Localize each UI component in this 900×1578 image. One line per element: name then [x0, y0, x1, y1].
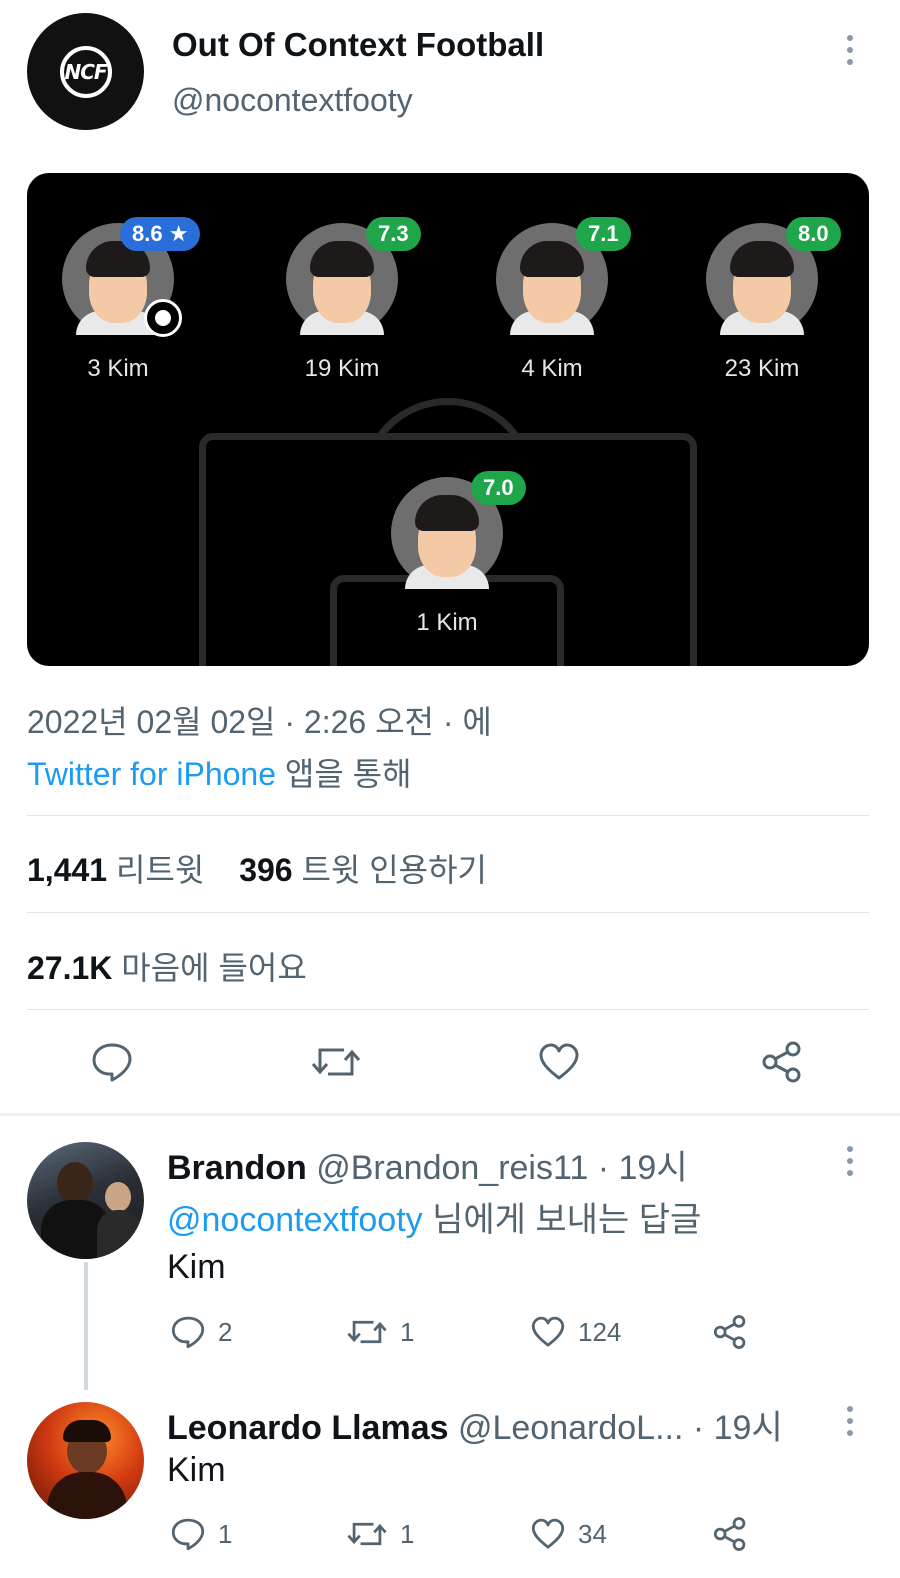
reply-author-handle[interactable]: @Brandon_reis11: [316, 1149, 588, 1187]
tweet-header: NCF Out Of Context Football @nocontextfo…: [0, 0, 900, 160]
tweet-source: Twitter for iPhone 앱을 통해: [27, 749, 412, 795]
quote-stat[interactable]: 396 트윗 인용하기: [239, 852, 487, 888]
share-icon: [713, 1315, 746, 1349]
like-count: 124: [578, 1316, 622, 1347]
more-options-icon[interactable]: [845, 1146, 855, 1176]
likes-stat[interactable]: 27.1K 마음에 들어요: [27, 943, 307, 989]
rating-badge: 7.0: [471, 471, 526, 505]
quotes-label: 트윗 인용하기: [292, 852, 487, 888]
rating-badge: 7.3: [366, 217, 421, 251]
author-handle[interactable]: @nocontextfooty: [172, 82, 413, 119]
rating-badge: 7.1: [576, 217, 631, 251]
reply-author-name[interactable]: Leonardo Llamas: [167, 1409, 449, 1447]
retweets-label: 리트윗: [107, 852, 205, 888]
divider: [27, 912, 869, 913]
comment-icon: [171, 1316, 205, 1349]
comment-count: 1: [218, 1518, 233, 1549]
share-icon: [762, 1041, 801, 1083]
player-photo: 7.3: [286, 217, 421, 335]
divider: [27, 1009, 869, 1010]
reply-author-name[interactable]: Brandon: [167, 1149, 307, 1187]
retweet-icon: [311, 1048, 361, 1076]
reply-like-button[interactable]: 34: [530, 1516, 607, 1552]
reply-like-button[interactable]: 124: [530, 1314, 621, 1350]
reply-header: Brandon @Brandon_reis11 · 19시: [167, 1140, 688, 1189]
reply-time: · 19시: [588, 1149, 688, 1187]
reply-comment-button[interactable]: 1: [170, 1516, 232, 1552]
player-card[interactable]: 7.0 1 Kim: [347, 471, 547, 637]
reply-avatar[interactable]: [27, 1142, 144, 1259]
retweet-count: 1: [400, 1316, 415, 1347]
quotes-count: 396: [239, 852, 293, 888]
reply-to-suffix: 님에게 보내는 답글: [422, 1201, 702, 1239]
lineup-image[interactable]: 8.6 ★ 3 Kim 7.3 19 Kim 7.1 4 Kim 8.0 23 …: [27, 173, 869, 666]
divider: [27, 815, 869, 816]
reply-retweet-button[interactable]: 1: [346, 1516, 414, 1552]
section-separator: [0, 1113, 900, 1116]
reply-author-handle[interactable]: @LeonardoL...: [458, 1409, 683, 1447]
retweet-stats: 1,441 리트윗 396 트윗 인용하기: [27, 845, 487, 891]
reply-avatar[interactable]: [27, 1402, 144, 1519]
reply-comment-button[interactable]: 2: [170, 1314, 232, 1350]
likes-count: 27.1K: [27, 950, 113, 986]
reply-header: Leonardo Llamas @LeonardoL... · 19시: [167, 1400, 783, 1449]
logo-text: NCF: [64, 59, 107, 84]
retweet-stat[interactable]: 1,441 리트윗: [27, 852, 204, 888]
ncf-logo-icon: NCF: [59, 45, 112, 98]
like-button[interactable]: [537, 1040, 581, 1084]
share-button[interactable]: [760, 1040, 804, 1084]
football-icon: [144, 299, 182, 337]
player-card[interactable]: 7.1 4 Kim: [452, 217, 652, 383]
player-photo: 8.6 ★: [62, 217, 201, 337]
reply-time: · 19시: [683, 1409, 783, 1447]
comment-icon: [171, 1518, 205, 1551]
reply-text: Kim: [167, 1451, 226, 1489]
player-card[interactable]: 8.0 23 Kim: [662, 217, 862, 383]
share-icon: [713, 1517, 746, 1551]
reply-retweet-button[interactable]: 1: [346, 1314, 414, 1350]
likes-label: 마음에 들어요: [112, 950, 307, 986]
tweet-timestamp: 2022년 02월 02일 · 2:26 오전 · 에: [27, 704, 492, 740]
comment-count: 2: [218, 1316, 233, 1347]
more-options-icon[interactable]: [845, 1406, 855, 1436]
player-name: 19 Kim: [304, 355, 380, 382]
player-name: 23 Kim: [724, 355, 800, 382]
retweet-count: 1: [400, 1518, 415, 1549]
reply-button[interactable]: [90, 1040, 134, 1084]
reply-share-button[interactable]: [712, 1516, 748, 1552]
comment-icon: [92, 1043, 132, 1082]
player-card[interactable]: 7.3 19 Kim: [242, 217, 442, 383]
author-avatar[interactable]: NCF: [27, 13, 144, 130]
heart-icon: [531, 1518, 565, 1549]
retweet-button[interactable]: [310, 1040, 362, 1084]
more-options-icon[interactable]: [845, 35, 855, 65]
reply-text: Kim: [167, 1248, 226, 1286]
player-name: 1 Kim: [416, 609, 478, 636]
rating-badge: 8.0: [786, 217, 841, 251]
player-card[interactable]: 8.6 ★ 3 Kim: [27, 217, 218, 383]
reply-share-button[interactable]: [712, 1314, 748, 1350]
heart-icon: [531, 1316, 565, 1347]
player-name: 3 Kim: [87, 355, 149, 382]
retweet-icon: [347, 1320, 387, 1344]
replying-to: @nocontextfooty 님에게 보내는 답글: [167, 1192, 701, 1241]
thread-line: [84, 1262, 88, 1390]
player-name: 4 Kim: [521, 355, 583, 382]
author-name[interactable]: Out Of Context Football: [172, 26, 544, 64]
rating-badge: 8.6 ★: [120, 217, 201, 251]
retweets-count: 1,441: [27, 852, 108, 888]
player-photo: 8.0: [706, 217, 841, 335]
player-photo: 7.0: [391, 471, 526, 589]
like-count: 34: [578, 1518, 607, 1549]
source-suffix: 앱을 통해: [276, 756, 412, 792]
heart-icon: [539, 1043, 579, 1080]
player-photo: 7.1: [496, 217, 631, 335]
retweet-icon: [347, 1522, 387, 1546]
source-app-link[interactable]: Twitter for iPhone: [27, 756, 276, 792]
reply-to-link[interactable]: @nocontextfooty: [167, 1201, 423, 1239]
